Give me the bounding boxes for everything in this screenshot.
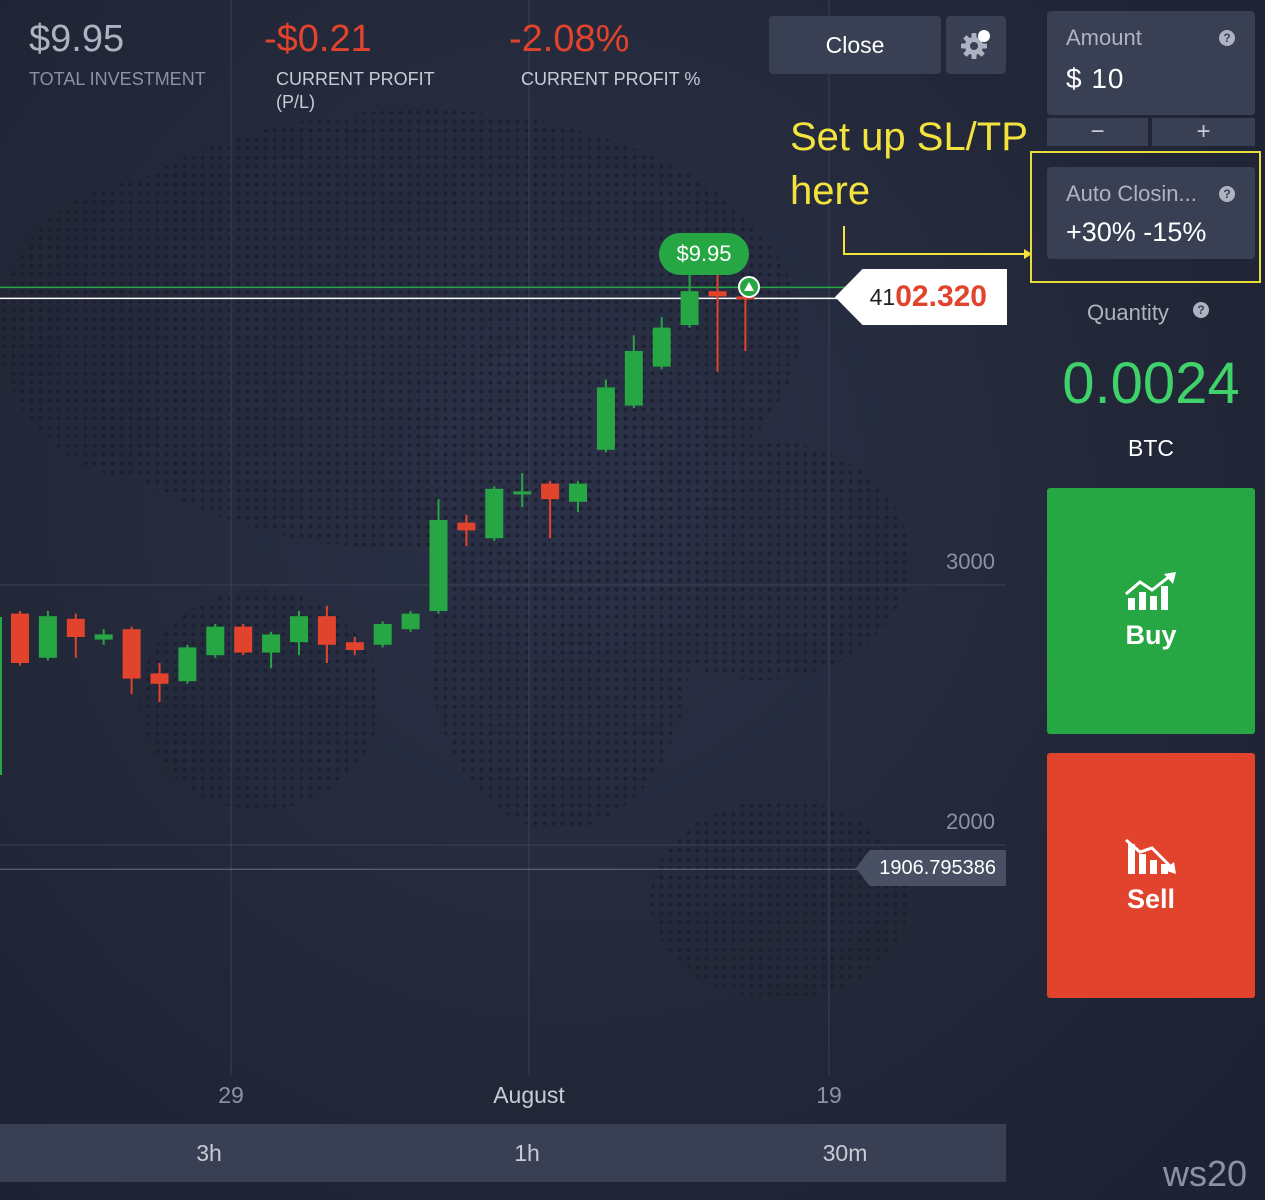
candle-body [38,616,57,658]
candle-body [429,520,448,611]
help-icon[interactable]: ? [1219,30,1235,46]
candle-body [150,673,169,684]
current-profit-percent: -2.08% CURRENT PROFIT % [509,20,741,91]
candle-body [541,483,560,500]
quantity-unit: BTC [1128,435,1174,461]
annotation-arrow [843,226,1032,259]
candle-body [94,634,113,640]
candle-body [401,613,420,630]
annotation-highlight-box [1030,151,1261,283]
candle-body [680,291,699,325]
total-investment: $9.95 TOTAL INVESTMENT [29,20,219,91]
candle-body [624,351,643,406]
candle-body [457,522,476,531]
world-map-background [0,110,910,1000]
candle-body [652,327,671,367]
candle-body [206,626,225,656]
candle-body [262,634,281,653]
help-icon[interactable]: ? [1193,302,1209,318]
current-price-suffix: 02.320 [895,280,987,313]
candle-body [317,616,336,645]
amount-decrease-button[interactable]: − [1047,118,1148,146]
sell-button[interactable]: Sell [1047,753,1255,998]
candle-body [66,618,85,637]
candle-body [11,613,29,663]
candle-body [708,291,727,297]
timeframe-1h[interactable]: 1h [494,1124,560,1182]
settings-button[interactable] [946,16,1006,74]
candle-body [513,491,532,495]
candle-body [122,629,141,679]
candle-body [373,624,392,645]
candle-body [569,483,587,502]
amount-panel[interactable]: Amount ? $ 10 [1047,11,1255,115]
current-profit-percent-value: -2.08% [509,18,630,60]
annotation-text: Set up SL/TP here [790,110,1030,218]
timeframe-bar: 3h 1h 30m [0,1124,1006,1182]
quantity-value: 0.0024 [1062,351,1240,416]
position-marker [738,276,760,298]
quantity-label: Quantity [1087,300,1169,325]
candle-body [345,642,364,650]
annotation-line1: Set up SL/TP [790,115,1028,159]
current-profit-value: -$0.21 [264,18,372,60]
gear-icon [961,30,990,59]
amount-input[interactable]: $ 10 [1066,63,1125,95]
x-tick-label: 29 [218,1082,244,1108]
candle-body [596,387,615,450]
current-profit-label: CURRENT PROFIT (P/L) [276,69,435,112]
x-tick-label: 19 [816,1082,842,1108]
amount-increase-button[interactable]: + [1152,118,1255,146]
current-price-prefix: 41 [869,283,896,310]
timeframe-3h[interactable]: 3h [176,1124,242,1182]
x-tick-label: August [493,1082,565,1108]
total-investment-label: TOTAL INVESTMENT [29,69,206,89]
y-tick-label: 3000 [946,549,995,574]
amount-label: Amount [1066,25,1142,50]
sell-label: Sell [1126,884,1176,914]
low-price-tag: 1906.795386 [856,850,1006,886]
current-price-tag: 41 02.320 [835,269,1007,325]
timeframe-30m[interactable]: 30m [803,1124,888,1182]
total-investment-value: $9.95 [29,18,125,60]
candle-body [485,488,504,539]
candle-body [178,647,197,682]
trend-down-icon [1125,838,1176,874]
candle-body [290,616,308,643]
profit-bubble: $9.95 [659,233,749,275]
annotation-line2: here [790,169,871,213]
watermark: ws20 [1163,1153,1248,1194]
trend-up-icon [1125,571,1176,610]
candle-body [234,626,253,653]
current-profit: -$0.21 CURRENT PROFIT (P/L) [264,20,466,113]
y-tick-label: 2000 [946,809,995,834]
close-position-button[interactable]: Close [769,16,941,74]
buy-button[interactable]: Buy [1047,488,1255,734]
buy-label: Buy [1125,619,1177,650]
current-profit-percent-label: CURRENT PROFIT % [521,69,701,89]
